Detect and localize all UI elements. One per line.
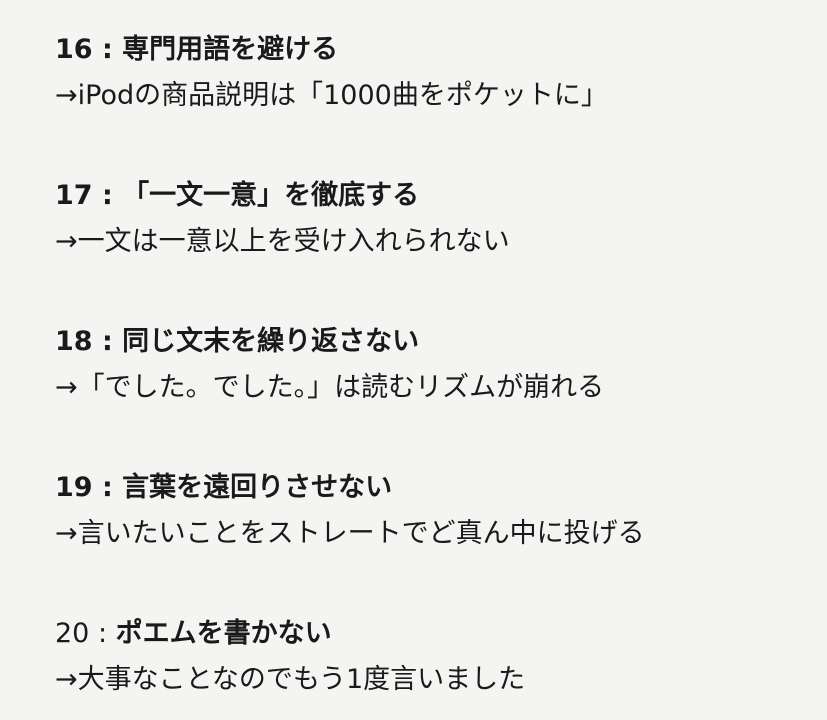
- tip-number: 19 :: [55, 472, 123, 503]
- tip-description: →大事なことなのでもう1度言いました: [55, 664, 526, 695]
- tip-item-18: 18 : 同じ文末を繰り返さない →「でした。でした。」は読むリズムが崩れる: [55, 322, 827, 468]
- tip-heading: 18 : 同じ文末を繰り返さない: [55, 322, 827, 362]
- tip-heading: 19 : 言葉を遠回りさせない: [55, 468, 827, 508]
- tip-number: 17 :: [55, 180, 123, 211]
- tip-title: 同じ文末を繰り返さない: [122, 326, 420, 357]
- tip-number: 20 :: [55, 618, 116, 649]
- tip-item-17: 17 : 「一文一意」を徹底する →一文は一意以上を受け入れられない: [55, 176, 827, 322]
- notes-document: 16 : 専門用語を避ける →iPodの商品説明は「1000曲をポケットに」 1…: [0, 0, 827, 720]
- tip-title: 専門用語を避ける: [122, 34, 339, 65]
- tip-title: 言葉を遠回りさせない: [122, 472, 393, 503]
- tip-description: →言いたいことをストレートでど真ん中に投げる: [55, 518, 645, 549]
- tip-number: 16 :: [55, 34, 123, 65]
- tip-heading: 16 : 専門用語を避ける: [55, 30, 827, 70]
- tip-description: →iPodの商品説明は「1000曲をポケットに」: [55, 80, 608, 111]
- tip-title: 「一文一意」を徹底する: [122, 180, 420, 211]
- tip-item-20: 20 : ポエムを書かない →大事なことなのでもう1度言いました: [55, 614, 827, 700]
- tip-heading: 20 : ポエムを書かない: [55, 614, 827, 654]
- tip-item-19: 19 : 言葉を遠回りさせない →言いたいことをストレートでど真ん中に投げる: [55, 468, 827, 614]
- tip-heading: 17 : 「一文一意」を徹底する: [55, 176, 827, 216]
- tip-item-16: 16 : 専門用語を避ける →iPodの商品説明は「1000曲をポケットに」: [55, 30, 827, 176]
- tip-description: →「でした。でした。」は読むリズムが崩れる: [55, 372, 605, 403]
- tip-number: 18 :: [55, 326, 123, 357]
- tip-description: →一文は一意以上を受け入れられない: [55, 226, 510, 257]
- tip-title: ポエムを書かない: [115, 618, 332, 649]
